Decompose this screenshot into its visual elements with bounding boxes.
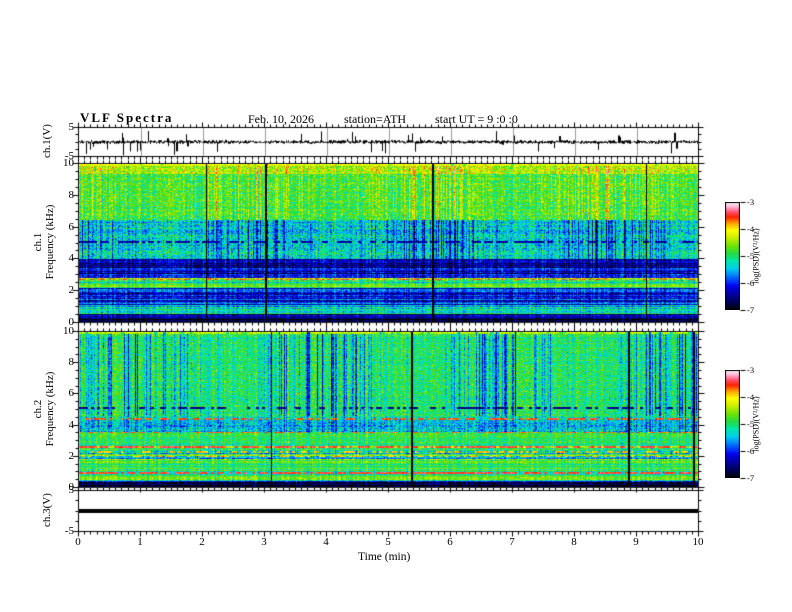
y-tick-label: 8 [68, 188, 75, 201]
colorbar-2-canvas [725, 370, 740, 478]
ch1-waveform-canvas [79, 128, 698, 156]
x-tick-label: 4 [323, 536, 329, 548]
ch3-voltage-axis-label: ch.3(V) [41, 493, 53, 527]
y-tick-label: 4 [68, 252, 75, 265]
y-tick-label: 5 [68, 121, 75, 133]
ch2-frequency-axis-label: ch.2 Frequency (kHz) [32, 372, 56, 447]
y-tick-label: -5 [64, 525, 74, 537]
ch2-frequency-axis-title: Frequency (kHz) [44, 371, 56, 447]
colorbar-tick-label: -4 [747, 392, 755, 402]
vlf-spectra-figure: VLF Spectra Feb. 10, 2026 station=ATH st… [0, 0, 792, 612]
y-tick-label: 10 [63, 325, 74, 337]
colorbar-tick-label: -3 [747, 365, 755, 375]
y-tick-label: -5 [64, 150, 74, 162]
x-axis-label: Time (min) [358, 551, 411, 563]
x-tick-label: 2 [199, 536, 205, 548]
figure-station: station=ATH [344, 112, 407, 126]
colorbar-tick-label: -4 [747, 224, 755, 234]
ch2-frequency-axis-channel: ch.2 [32, 399, 44, 419]
colorbar-tick-label: -5 [747, 251, 755, 261]
ch2-spectrogram-canvas [79, 332, 698, 487]
ch1-frequency-axis-title: Frequency (kHz) [44, 204, 56, 280]
x-tick-label: 9 [633, 536, 639, 548]
y-tick-label: 8 [68, 356, 75, 369]
colorbar-tick-label: -5 [747, 419, 755, 429]
colorbar-tick-label: -6 [747, 446, 755, 456]
figure-start-ut: start UT = 9 :0 :0 [435, 112, 518, 126]
y-tick-label: 6 [68, 387, 75, 400]
y-tick-label: 5 [68, 484, 75, 496]
colorbar-tick-label: -3 [747, 197, 755, 207]
x-tick-label: 6 [447, 536, 453, 548]
colorbar-1-canvas [725, 202, 740, 310]
colorbar-tick-label: -7 [747, 473, 755, 483]
x-tick-label: 1 [137, 536, 143, 548]
ch1-frequency-axis-channel: ch.1 [32, 232, 44, 252]
figure-date: Feb. 10, 2026 [248, 112, 314, 126]
x-tick-label: 5 [385, 536, 391, 548]
figure-title: VLF Spectra [80, 110, 174, 125]
x-tick-label: 0 [75, 536, 81, 548]
y-tick-label: 4 [68, 418, 75, 431]
ch1-frequency-axis-label: ch.1 Frequency (kHz) [32, 205, 56, 280]
x-tick-label: 3 [261, 536, 267, 548]
x-tick-label: 7 [509, 536, 515, 548]
ch3-waveform-canvas [79, 491, 698, 531]
y-tick-label: 2 [68, 449, 75, 462]
ch1-spectrogram-canvas [79, 164, 698, 322]
colorbar-tick-label: -7 [747, 305, 755, 315]
x-tick-label: 10 [692, 536, 704, 548]
colorbar-tick-label: -6 [747, 278, 755, 288]
y-tick-label: 2 [68, 284, 75, 297]
x-tick-label: 8 [571, 536, 577, 548]
y-tick-label: 6 [68, 220, 75, 233]
